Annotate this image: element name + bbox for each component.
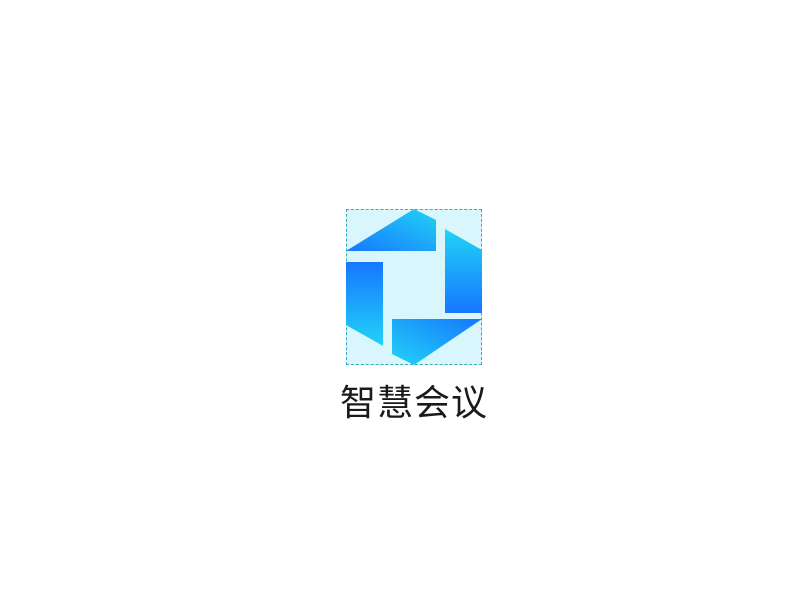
desktop-canvas: 智慧会议 [0, 0, 800, 600]
logo-blade-left [346, 262, 383, 346]
app-label[interactable]: 智慧会议 [300, 380, 528, 428]
app-icon-tile[interactable] [346, 209, 482, 365]
hexagon-shutter-logo-icon [346, 209, 482, 365]
logo-blade-right [445, 229, 482, 313]
logo-blade-top [346, 209, 436, 251]
logo-blade-bottom [392, 319, 482, 365]
